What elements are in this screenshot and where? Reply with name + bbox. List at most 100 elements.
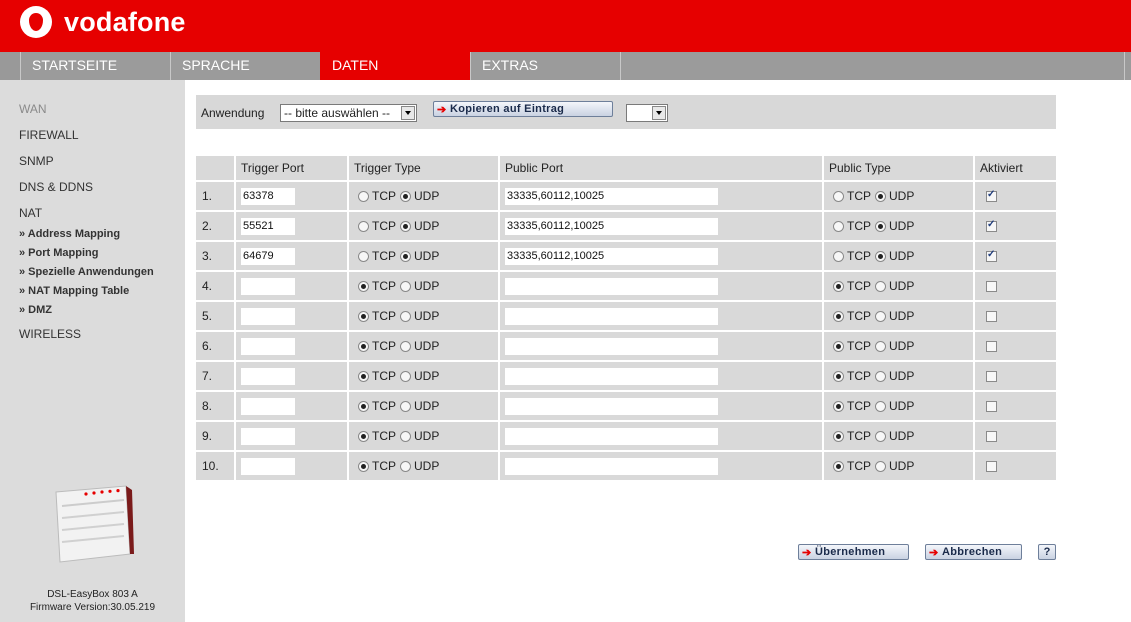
trigger-port-input[interactable] [241, 457, 295, 475]
trigger-type-tcp-radio[interactable] [358, 190, 369, 202]
public-port-input[interactable]: 33335,60112,10025 [505, 247, 718, 265]
public-port-input[interactable] [505, 427, 718, 445]
trigger-port-input[interactable]: 55521 [241, 217, 295, 235]
apply-button[interactable]: ➔ Übernehmen [798, 544, 909, 560]
row-number: 7. [196, 362, 236, 392]
trigger-port-input[interactable]: 64679 [241, 247, 295, 265]
trigger-port-cell [236, 422, 349, 452]
public-type-tcp-radio[interactable] [833, 430, 844, 442]
trigger-type-tcp-radio[interactable] [358, 460, 369, 472]
public-port-input[interactable]: 33335,60112,10025 [505, 217, 718, 235]
public-type-tcp-radio[interactable] [833, 220, 844, 232]
cancel-button[interactable]: ➔ Abbrechen [925, 544, 1022, 560]
row-number: 6. [196, 332, 236, 362]
public-port-input[interactable]: 33335,60112,10025 [505, 187, 718, 205]
enabled-checkbox[interactable] [986, 431, 997, 443]
sidebar-item-firewall[interactable]: FIREWALL [19, 128, 79, 142]
public-port-input[interactable] [505, 337, 718, 355]
public-port-input[interactable] [505, 397, 718, 415]
sidebar-subitem-nat-mapping-table[interactable]: » NAT Mapping Table [19, 285, 129, 297]
trigger-type-udp-radio[interactable] [400, 460, 411, 472]
public-type-udp-radio[interactable] [875, 310, 886, 322]
public-type-tcp-radio[interactable] [833, 340, 844, 352]
trigger-type-udp-radio[interactable] [400, 310, 411, 322]
enabled-checkbox[interactable] [986, 189, 997, 203]
public-type-tcp-radio[interactable] [833, 370, 844, 382]
public-port-input[interactable] [505, 277, 718, 295]
sidebar-item-dns-ddns[interactable]: DNS & DDNS [19, 180, 93, 194]
tab-startseite[interactable]: STARTSEITE [20, 52, 170, 80]
tab-extras[interactable]: EXTRAS [470, 52, 620, 80]
sidebar-item-nat[interactable]: NAT [19, 206, 42, 220]
sidebar-subitem-dmz[interactable]: » DMZ [19, 304, 52, 316]
trigger-type-udp-radio[interactable] [400, 220, 411, 232]
public-type-udp-radio[interactable] [875, 460, 886, 472]
trigger-type-tcp-radio[interactable] [358, 400, 369, 412]
trigger-type-tcp-radio[interactable] [358, 430, 369, 442]
trigger-port-input[interactable] [241, 277, 295, 295]
sidebar-item-wireless[interactable]: WIRELESS [19, 327, 81, 341]
trigger-type-udp-radio[interactable] [400, 280, 411, 292]
public-type-udp-radio[interactable] [875, 280, 886, 292]
public-type-udp-radio[interactable] [875, 370, 886, 382]
sidebar-item-wan[interactable]: WAN [19, 102, 47, 116]
vodafone-logo[interactable]: vodafone [20, 6, 186, 38]
public-type-udp-radio[interactable] [875, 190, 886, 202]
sidebar-subitem-port-mapping[interactable]: » Port Mapping [19, 247, 98, 259]
enabled-checkbox[interactable] [986, 281, 997, 293]
trigger-type-tcp-radio[interactable] [358, 280, 369, 292]
trigger-type-tcp-radio[interactable] [358, 310, 369, 322]
trigger-type-cell: TCP UDP [349, 302, 500, 332]
public-type-udp-radio[interactable] [875, 430, 886, 442]
tab-daten[interactable]: DATEN [320, 52, 470, 80]
copy-to-entry-button[interactable]: ➔ Kopieren auf Eintrag [433, 101, 613, 117]
public-port-input[interactable] [505, 367, 718, 385]
public-type-tcp-radio[interactable] [833, 250, 844, 262]
trigger-port-input[interactable] [241, 397, 295, 415]
sidebar-subitem-address-mapping[interactable]: » Address Mapping [19, 228, 120, 240]
public-type-tcp-radio[interactable] [833, 280, 844, 292]
trigger-port-input[interactable] [241, 427, 295, 445]
public-type-tcp-radio[interactable] [833, 190, 844, 202]
public-type-tcp-radio[interactable] [833, 460, 844, 472]
trigger-type-udp-radio[interactable] [400, 340, 411, 352]
trigger-port-input[interactable] [241, 367, 295, 385]
public-port-cell: 33335,60112,10025 [500, 182, 824, 212]
public-port-input[interactable] [505, 457, 718, 475]
public-port-input[interactable] [505, 307, 718, 325]
trigger-type-udp-radio[interactable] [400, 250, 411, 262]
public-type-tcp-radio[interactable] [833, 400, 844, 412]
trigger-type-udp-radio[interactable] [400, 430, 411, 442]
enabled-checkbox[interactable] [986, 371, 997, 383]
trigger-type-udp-radio[interactable] [400, 190, 411, 202]
trigger-port-input[interactable]: 63378 [241, 187, 295, 205]
application-select[interactable]: -- bitte auswählen -- [280, 104, 417, 122]
trigger-port-input[interactable] [241, 337, 295, 355]
trigger-type-udp-radio[interactable] [400, 400, 411, 412]
public-type-udp-radio[interactable] [875, 400, 886, 412]
public-type-tcp-label: TCP [847, 339, 871, 353]
application-toolbar: Anwendung -- bitte auswählen -- ➔ Kopier… [196, 95, 1056, 129]
trigger-type-tcp-radio[interactable] [358, 220, 369, 232]
public-type-udp-radio[interactable] [875, 250, 886, 262]
trigger-type-tcp-radio[interactable] [358, 340, 369, 352]
sidebar-item-snmp[interactable]: SNMP [19, 154, 54, 168]
enabled-checkbox[interactable] [986, 401, 997, 413]
enabled-checkbox[interactable] [986, 311, 997, 323]
enabled-checkbox[interactable] [986, 461, 997, 473]
tab-sprache[interactable]: SPRACHE [170, 52, 320, 80]
sidebar-subitem-special-apps[interactable]: » Spezielle Anwendungen [19, 266, 154, 278]
trigger-type-udp-radio[interactable] [400, 370, 411, 382]
trigger-port-input[interactable] [241, 307, 295, 325]
help-button[interactable]: ? [1038, 544, 1056, 560]
table-header-row: Trigger Port Trigger Type Public Port Pu… [196, 156, 1056, 182]
public-type-udp-radio[interactable] [875, 340, 886, 352]
enabled-checkbox[interactable] [986, 249, 997, 263]
trigger-type-tcp-radio[interactable] [358, 250, 369, 262]
public-type-tcp-radio[interactable] [833, 310, 844, 322]
trigger-type-tcp-radio[interactable] [358, 370, 369, 382]
enabled-checkbox[interactable] [986, 341, 997, 353]
enabled-checkbox[interactable] [986, 219, 997, 233]
entry-select[interactable] [626, 104, 668, 122]
public-type-udp-radio[interactable] [875, 220, 886, 232]
